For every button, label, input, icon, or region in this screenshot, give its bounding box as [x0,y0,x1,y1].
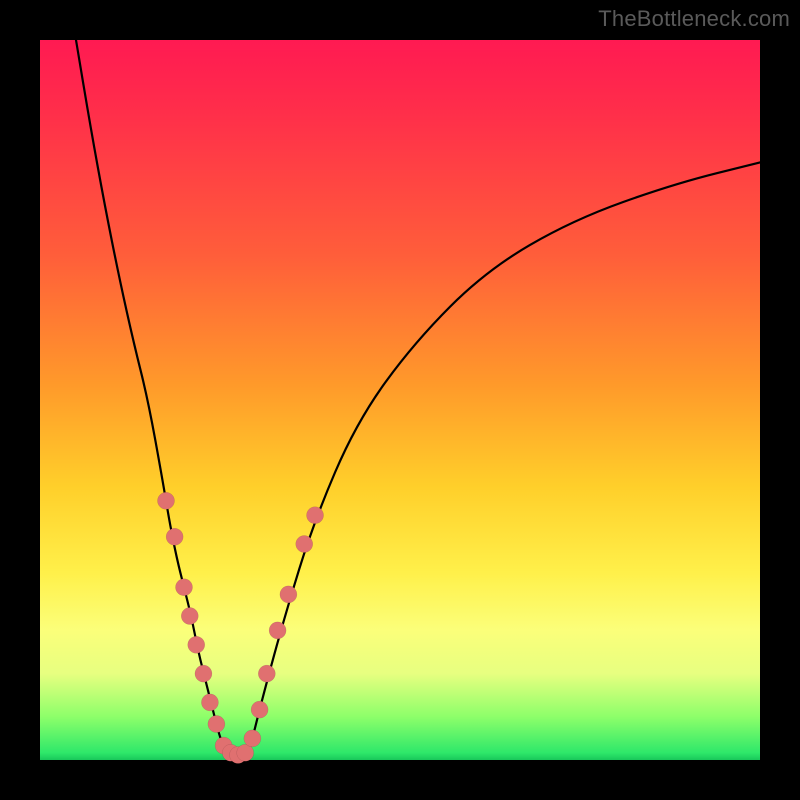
right-dot-6 [296,536,313,553]
right-dot-2 [251,701,268,718]
data-points-group [158,492,324,763]
right-dot-3 [258,665,275,682]
chart-frame: TheBottleneck.com [0,0,800,800]
left-dot-1 [158,492,175,509]
right-dot-1 [244,730,261,747]
curve-right-branch [249,162,760,752]
left-dot-6 [195,665,212,682]
right-dot-7 [307,507,324,524]
left-dot-8 [208,716,225,733]
plot-area [40,40,760,760]
watermark-text: TheBottleneck.com [598,6,790,32]
left-dot-7 [201,694,218,711]
right-dot-4 [269,622,286,639]
chart-svg [40,40,760,760]
left-dot-2 [166,528,183,545]
left-dot-3 [176,579,193,596]
left-dot-4 [181,608,198,625]
left-dot-5 [188,636,205,653]
right-dot-5 [280,586,297,603]
